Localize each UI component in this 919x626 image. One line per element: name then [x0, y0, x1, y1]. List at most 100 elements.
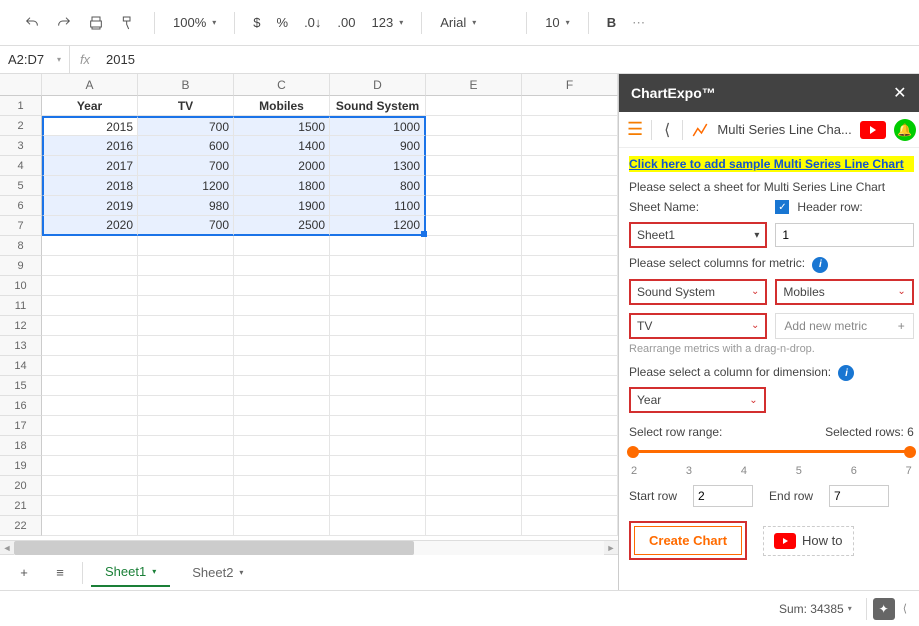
cell[interactable] [522, 456, 618, 476]
cell[interactable] [234, 336, 330, 356]
cell[interactable] [330, 236, 426, 256]
undo-button[interactable] [18, 9, 46, 37]
cell[interactable] [234, 476, 330, 496]
column-header[interactable]: E [426, 74, 522, 96]
explore-button[interactable]: ✦ [873, 598, 895, 620]
cell[interactable] [330, 356, 426, 376]
menu-icon[interactable]: ☰ [627, 119, 643, 140]
notifications-icon[interactable]: 🔔 [894, 119, 916, 141]
cell[interactable]: 700 [138, 216, 234, 236]
cell[interactable] [138, 516, 234, 536]
cell[interactable] [234, 256, 330, 276]
row-header[interactable]: 1 [0, 96, 42, 116]
cell[interactable] [42, 256, 138, 276]
column-header[interactable]: B [138, 74, 234, 96]
cell[interactable] [522, 436, 618, 456]
cell[interactable] [42, 296, 138, 316]
cell[interactable] [426, 436, 522, 456]
cell[interactable] [234, 456, 330, 476]
cell[interactable] [42, 416, 138, 436]
scroll-thumb[interactable] [14, 541, 414, 555]
slider-knob-end[interactable] [904, 446, 916, 458]
cell[interactable] [234, 516, 330, 536]
cell[interactable]: 2000 [234, 156, 330, 176]
cell[interactable] [330, 436, 426, 456]
cell[interactable] [138, 416, 234, 436]
cell[interactable]: 1000 [330, 116, 426, 136]
cell[interactable] [138, 396, 234, 416]
cell[interactable] [234, 376, 330, 396]
scroll-left-button[interactable]: ◄ [0, 541, 14, 555]
cell[interactable]: Sound System [330, 96, 426, 116]
cell[interactable] [42, 456, 138, 476]
cell[interactable] [330, 256, 426, 276]
row-header[interactable]: 18 [0, 436, 42, 456]
row-header[interactable]: 4 [0, 156, 42, 176]
cell[interactable] [330, 516, 426, 536]
cell[interactable]: 1200 [138, 176, 234, 196]
cell[interactable] [330, 316, 426, 336]
cell[interactable] [138, 296, 234, 316]
cell[interactable] [522, 116, 618, 136]
bold-button[interactable]: B [601, 15, 622, 30]
cell[interactable] [42, 496, 138, 516]
cell[interactable] [138, 476, 234, 496]
cell[interactable] [234, 276, 330, 296]
row-range-slider[interactable] [629, 445, 914, 459]
cell[interactable] [426, 276, 522, 296]
cell[interactable]: 1200 [330, 216, 426, 236]
cell[interactable]: 800 [330, 176, 426, 196]
cell[interactable] [42, 516, 138, 536]
cell[interactable] [426, 96, 522, 116]
row-header[interactable]: 8 [0, 236, 42, 256]
cell[interactable] [330, 376, 426, 396]
cell[interactable] [522, 356, 618, 376]
sheet-name-dropdown[interactable]: Sheet1▾ [629, 222, 767, 248]
cell[interactable] [138, 436, 234, 456]
row-header[interactable]: 13 [0, 336, 42, 356]
cell[interactable] [426, 336, 522, 356]
cell[interactable] [426, 176, 522, 196]
sheet-tab-1[interactable]: Sheet1▾ [91, 558, 170, 587]
cell[interactable] [426, 496, 522, 516]
font-dropdown[interactable]: Arial [434, 15, 514, 30]
cell[interactable] [42, 436, 138, 456]
cell[interactable] [42, 396, 138, 416]
add-sheet-button[interactable]: + [10, 559, 38, 587]
cell[interactable] [426, 156, 522, 176]
cell[interactable] [42, 236, 138, 256]
zoom-dropdown[interactable]: 100% [167, 15, 222, 30]
cell[interactable] [330, 336, 426, 356]
more-formats-dropdown[interactable]: 123 [365, 15, 409, 30]
cell[interactable] [426, 236, 522, 256]
column-header[interactable]: C [234, 74, 330, 96]
cell[interactable]: Year [42, 96, 138, 116]
cell[interactable]: 2016 [42, 136, 138, 156]
header-row-input[interactable] [775, 223, 913, 247]
row-header[interactable]: 16 [0, 396, 42, 416]
row-header[interactable]: 17 [0, 416, 42, 436]
metric-dropdown-3[interactable]: TV⌄ [629, 313, 767, 339]
cell[interactable] [138, 336, 234, 356]
redo-button[interactable] [50, 9, 78, 37]
row-header[interactable]: 15 [0, 376, 42, 396]
sum-display[interactable]: Sum: 34385 [771, 598, 860, 620]
cell[interactable] [522, 276, 618, 296]
row-header[interactable]: 20 [0, 476, 42, 496]
cell[interactable] [522, 496, 618, 516]
print-button[interactable] [82, 9, 110, 37]
cell[interactable] [138, 376, 234, 396]
name-box[interactable]: A2:D7 [0, 46, 70, 73]
dimension-dropdown[interactable]: Year⌄ [629, 387, 766, 413]
cell[interactable] [522, 376, 618, 396]
cell[interactable] [522, 416, 618, 436]
cell[interactable] [426, 516, 522, 536]
cell[interactable] [426, 316, 522, 336]
cell[interactable] [138, 316, 234, 336]
currency-button[interactable]: $ [247, 15, 266, 30]
cell[interactable] [426, 396, 522, 416]
increase-decimal-button[interactable]: .00 [331, 15, 361, 30]
cell[interactable] [42, 276, 138, 296]
cell[interactable]: 700 [138, 116, 234, 136]
font-size-dropdown[interactable]: 10 [539, 15, 575, 30]
